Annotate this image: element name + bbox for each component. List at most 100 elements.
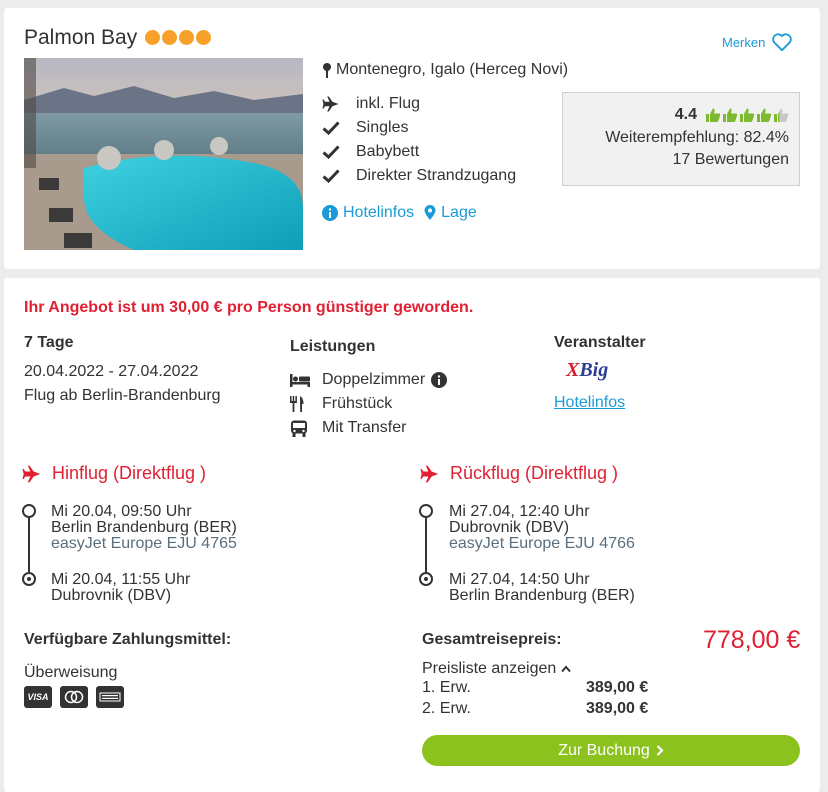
feature-item: inkl. Flug: [322, 92, 516, 116]
payment-cards: VISA: [24, 686, 124, 708]
veranstalter-hotelinfos-link[interactable]: Hotelinfos: [554, 394, 625, 412]
outbound-airline: easyJet Europe EJU 4765: [51, 535, 237, 552]
return-arr-time: Mi 27.04, 14:50 Uhr: [449, 571, 590, 588]
thumbs-up-icon: [706, 108, 721, 122]
rating-box[interactable]: 4.4 Weiterempfehlung: 82.4% 17 Bewertung…: [562, 92, 800, 186]
review-count: 17 Bewertungen: [672, 151, 789, 168]
return-flight-header: Rückflug (Direktflug ): [420, 463, 618, 484]
outbound-arrival: Mi 20.04, 11:55 Uhr Dubrovnik (DBV): [51, 572, 190, 604]
arrival-marker-icon: [419, 572, 433, 586]
outbound-dep-time: Mi 20.04, 09:50 Uhr: [51, 503, 192, 520]
offer-card: Ihr Angebot ist um 30,00 € pro Person gü…: [4, 278, 820, 792]
info-icon[interactable]: [431, 372, 448, 388]
outbound-departure: Mi 20.04, 09:50 Uhr Berlin Brandenburg (…: [51, 504, 237, 552]
arrival-marker-icon: [22, 572, 36, 586]
hotel-photo[interactable]: [24, 58, 303, 250]
mastercard-icon: [60, 686, 88, 708]
map-marker-icon: [424, 205, 436, 220]
return-arr-airport: Berlin Brandenburg (BER): [449, 587, 635, 604]
leistungen-list: Doppelzimmer Frühstück Mit Transfer: [290, 368, 448, 440]
feature-label: Babybett: [356, 143, 420, 160]
tour-operator-logo: XBig: [566, 359, 609, 381]
outbound-flight-title: Hinflug (Direktflug ): [52, 463, 207, 483]
thumbs-up-icon: [774, 108, 789, 122]
outbound-arr-airport: Dubrovnik (DBV): [51, 587, 172, 604]
leistungen-title: Leistungen: [290, 338, 376, 355]
check-icon: [322, 121, 340, 136]
recommendation-rate: Weiterempfehlung: 82.4%: [605, 129, 789, 146]
return-departure: Mi 27.04, 12:40 Uhr Dubrovnik (DBV) easy…: [449, 504, 635, 552]
price-drop-notice: Ihr Angebot ist um 30,00 € pro Person gü…: [24, 299, 474, 316]
lage-link[interactable]: Lage: [424, 204, 477, 222]
transfer: Mit Transfer: [322, 419, 407, 436]
total-price-title: Gesamtreisepreis:: [422, 631, 562, 648]
plane-icon: [22, 465, 41, 482]
leistung-item: Doppelzimmer: [290, 368, 448, 392]
pricelist-value: 389,00 €: [586, 678, 649, 696]
payment-title: Verfügbare Zahlungsmittel:: [24, 631, 232, 648]
pricelist: 1. Erw. 389,00 € 2. Erw. 389,00 €: [422, 677, 648, 719]
travel-dates: 20.04.2022 - 27.04.2022: [24, 363, 199, 380]
hotelinfos-label: Hotelinfos: [343, 204, 415, 221]
feature-item: Singles: [322, 116, 516, 140]
hotel-card: Palmon Bay Merken Montenegro, Igalo (Her…: [4, 8, 820, 269]
return-dep-airport: Dubrovnik (DBV): [449, 519, 570, 536]
feature-label: Direkter Strandzugang: [356, 167, 517, 184]
timeline-line: [425, 518, 427, 572]
pricelist-label: 2. Erw.: [422, 699, 471, 717]
board-type: Frühstück: [322, 395, 393, 412]
pricelist-toggle[interactable]: Preisliste anzeigen: [422, 660, 572, 678]
return-arrival: Mi 27.04, 14:50 Uhr Berlin Brandenburg (…: [449, 572, 635, 604]
outbound-flight-header: Hinflug (Direktflug ): [22, 463, 206, 484]
thumbs-up-icon: [723, 108, 738, 122]
bus-icon: [291, 420, 307, 437]
return-flight-title: Rückflug (Direktflug ): [450, 463, 619, 483]
star-icon: [196, 30, 211, 45]
pricelist-row: 2. Erw. 389,00 €: [422, 698, 648, 719]
payment-method: Überweisung: [24, 664, 118, 681]
return-dep-time: Mi 27.04, 12:40 Uhr: [449, 503, 590, 520]
hotel-star-rating: [145, 30, 211, 45]
duration: 7 Tage: [24, 334, 74, 351]
rating-thumbs: [705, 107, 789, 123]
plane-icon: [420, 465, 439, 482]
merken-label: Merken: [722, 34, 766, 50]
amex-card-icon: [96, 686, 124, 708]
check-icon: [322, 169, 340, 184]
star-icon: [179, 30, 194, 45]
outbound-dep-airport: Berlin Brandenburg (BER): [51, 519, 237, 536]
location-text: Montenegro, Igalo (Herceg Novi): [336, 61, 569, 78]
info-icon: [322, 205, 338, 221]
return-airline: easyJet Europe EJU 4766: [449, 535, 635, 552]
departure-airport: Flug ab Berlin-Brandenburg: [24, 387, 221, 404]
chevron-up-icon: [561, 665, 572, 673]
hotel-features: inkl. Flug Singles Babybett Direkter Str…: [322, 92, 516, 188]
merken-button[interactable]: Merken: [722, 32, 793, 52]
star-icon: [162, 30, 177, 45]
departure-marker-icon: [419, 504, 433, 518]
bed-icon: [290, 374, 310, 387]
check-icon: [322, 145, 340, 160]
pricelist-toggle-label: Preisliste anzeigen: [422, 660, 557, 677]
pricelist-label: 1. Erw.: [422, 678, 471, 696]
hotelinfos-link[interactable]: Hotelinfos: [322, 204, 414, 222]
feature-label: inkl. Flug: [356, 95, 421, 112]
leistung-item: Mit Transfer: [290, 416, 447, 440]
departure-marker-icon: [22, 504, 36, 518]
cutlery-icon: [290, 396, 304, 412]
thumbs-up-icon: [740, 108, 755, 122]
room-type: Doppelzimmer: [322, 371, 426, 388]
feature-item: Babybett: [322, 140, 516, 164]
visa-card-icon: VISA: [24, 686, 52, 708]
hotel-name[interactable]: Palmon Bay: [24, 26, 137, 50]
pricelist-row: 1. Erw. 389,00 €: [422, 677, 648, 698]
book-button[interactable]: Zur Buchung: [422, 735, 800, 766]
outbound-arr-time: Mi 20.04, 11:55 Uhr: [51, 571, 191, 588]
feature-item: Direkter Strandzugang: [322, 164, 516, 188]
veranstalter-title: Veranstalter: [554, 334, 646, 351]
total-price: 778,00 €: [703, 626, 801, 654]
lage-label: Lage: [441, 204, 477, 221]
plane-icon: [322, 96, 339, 112]
rating-score: 4.4: [674, 106, 697, 123]
rating-score-row: 4.4: [563, 105, 789, 125]
